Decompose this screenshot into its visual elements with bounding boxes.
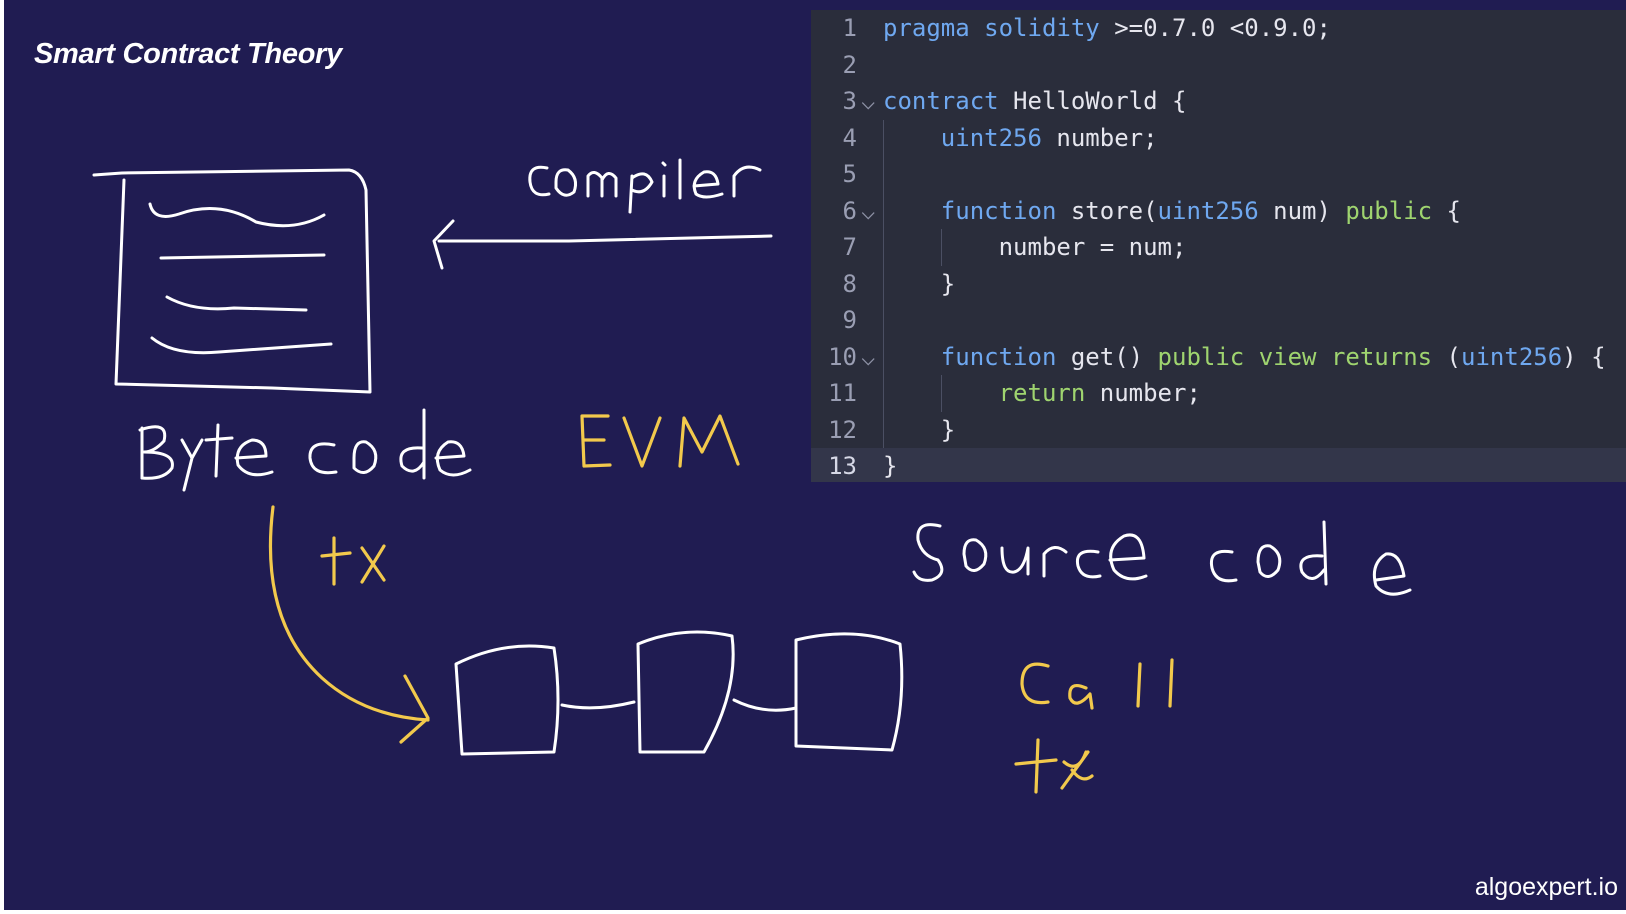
bytecode-document-sketch (92, 168, 372, 394)
hand-drawing (92, 158, 1412, 794)
handwritten-evm-sketch (580, 414, 740, 468)
compiler-arrow (432, 219, 773, 270)
handwritten-source-code-sketch (912, 520, 1412, 596)
deploy-arrow (268, 505, 430, 744)
handwritten-byte-code-sketch (138, 408, 472, 492)
brand-watermark: algoexpert.io (1474, 873, 1618, 901)
handwritten-call-tx-sketch (1014, 658, 1174, 794)
handwritten-tx-sketch (320, 536, 386, 586)
handwritten-compiler-sketch (528, 158, 762, 214)
whiteboard: Smart Contract Theory 1 pragma solidity >… (4, 0, 1626, 910)
blockchain-blocks-sketch (454, 630, 904, 756)
